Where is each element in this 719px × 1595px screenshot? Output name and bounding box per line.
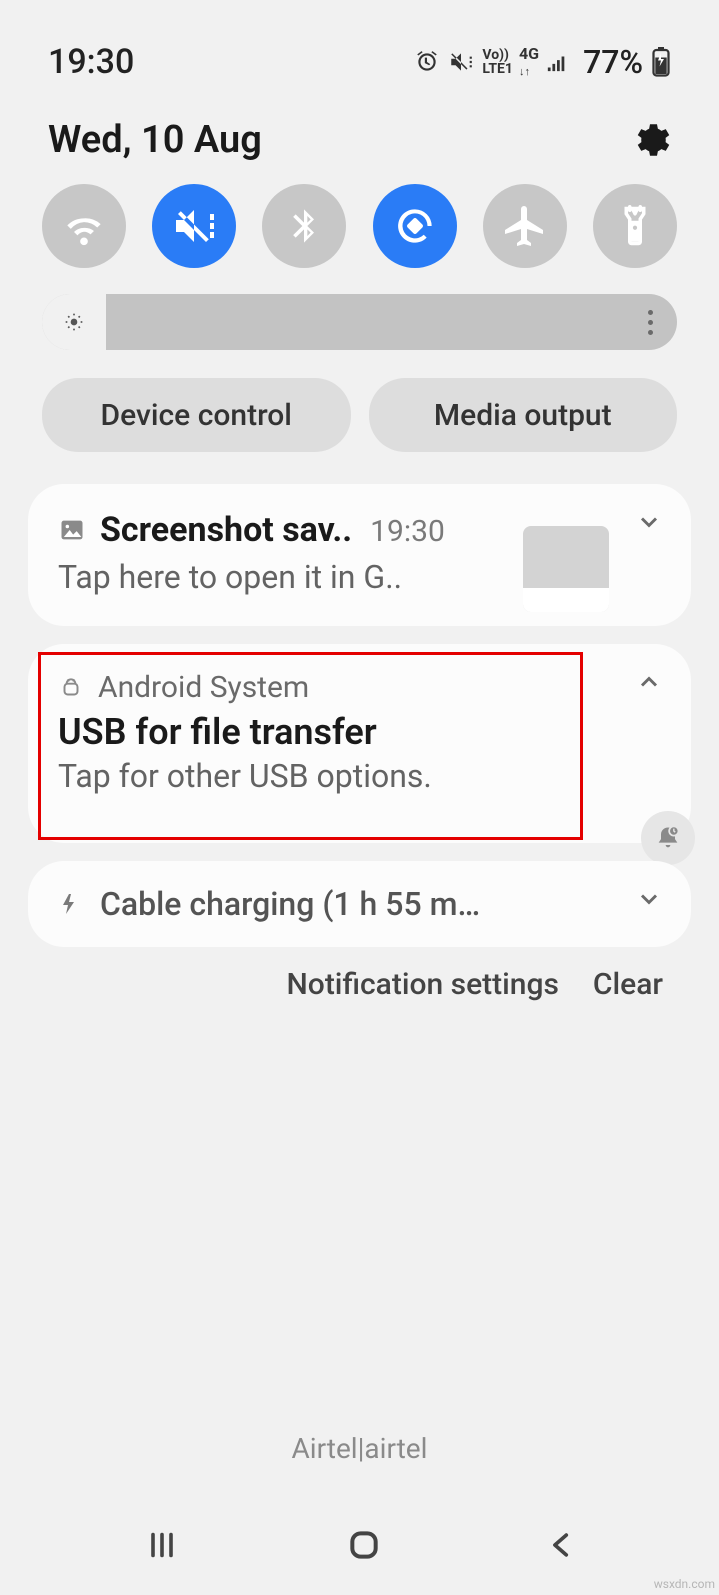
rotate-icon: [390, 201, 440, 251]
rotate-toggle[interactable]: [373, 184, 457, 268]
volte-icon: Vo))LTE1: [482, 48, 513, 76]
notification-subtitle: Tap for other USB options.: [58, 757, 661, 795]
mute-vibrate-icon: [446, 49, 476, 75]
chevron-up-icon[interactable]: [635, 668, 663, 696]
battery-percent: 77%: [583, 43, 643, 81]
brightness-slider[interactable]: [42, 294, 677, 350]
notification-usb[interactable]: Android System USB for file transfer Tap…: [28, 644, 691, 843]
quick-toggles: [0, 170, 719, 268]
notification-screenshot[interactable]: Screenshot sav.. 19:30 Tap here to open …: [28, 484, 691, 626]
bell-history-icon: [654, 824, 682, 852]
status-time: 19:30: [48, 42, 134, 82]
brightness-thumb[interactable]: [42, 294, 106, 350]
bluetooth-toggle[interactable]: [262, 184, 346, 268]
notification-title: Cable charging (1 h 55 m…: [100, 885, 480, 923]
brightness-menu-icon[interactable]: [648, 310, 653, 335]
carrier-label: Airtel|airtel: [0, 1432, 719, 1465]
sun-icon: [64, 312, 84, 332]
notification-history-button[interactable]: [641, 811, 695, 865]
notification-title: Screenshot sav..: [100, 510, 352, 550]
android-icon: [58, 675, 84, 701]
date-row: Wed, 10 Aug: [0, 100, 719, 170]
alarm-icon: [414, 49, 440, 75]
mute-toggle[interactable]: [152, 184, 236, 268]
recents-button[interactable]: [141, 1527, 183, 1563]
bluetooth-icon: [284, 202, 324, 250]
notification-settings-button[interactable]: Notification settings: [287, 967, 559, 1002]
notification-time: 19:30: [370, 514, 445, 549]
mute-icon: [170, 202, 218, 250]
image-icon: [58, 516, 86, 544]
flashlight-toggle[interactable]: [593, 184, 677, 268]
signal-icon: [545, 51, 569, 73]
notification-title: USB for file transfer: [58, 711, 661, 753]
navigation-bar: [0, 1525, 719, 1565]
airplane-toggle[interactable]: [483, 184, 567, 268]
status-bar: 19:30 Vo))LTE1 4G↓↑ 77%: [0, 0, 719, 100]
wifi-toggle[interactable]: [42, 184, 126, 268]
chevron-down-icon[interactable]: [635, 885, 663, 913]
4g-icon: 4G↓↑: [519, 46, 539, 78]
clear-button[interactable]: Clear: [593, 967, 663, 1002]
wifi-icon: [61, 203, 107, 249]
battery-charging-icon: [651, 47, 671, 77]
gear-icon[interactable]: [629, 119, 671, 161]
notification-list: Screenshot sav.. 19:30 Tap here to open …: [0, 452, 719, 947]
flashlight-icon: [614, 202, 656, 250]
home-button[interactable]: [344, 1525, 384, 1565]
notification-thumbnail[interactable]: [523, 526, 609, 612]
chevron-down-icon[interactable]: [635, 508, 663, 536]
date-text[interactable]: Wed, 10 Aug: [48, 118, 262, 162]
airplane-icon: [501, 202, 549, 250]
status-indicators: Vo))LTE1 4G↓↑ 77%: [414, 43, 671, 81]
notification-app-name: Android System: [98, 670, 309, 705]
notification-actions: Notification settings Clear: [0, 947, 719, 1002]
back-button[interactable]: [545, 1526, 579, 1564]
notification-charging[interactable]: Cable charging (1 h 55 m…: [28, 861, 691, 947]
bolt-icon: [58, 889, 82, 919]
media-output-button[interactable]: Media output: [369, 378, 678, 452]
device-control-button[interactable]: Device control: [42, 378, 351, 452]
watermark: wsxdn.com: [654, 1577, 715, 1591]
control-pills: Device control Media output: [0, 350, 719, 452]
